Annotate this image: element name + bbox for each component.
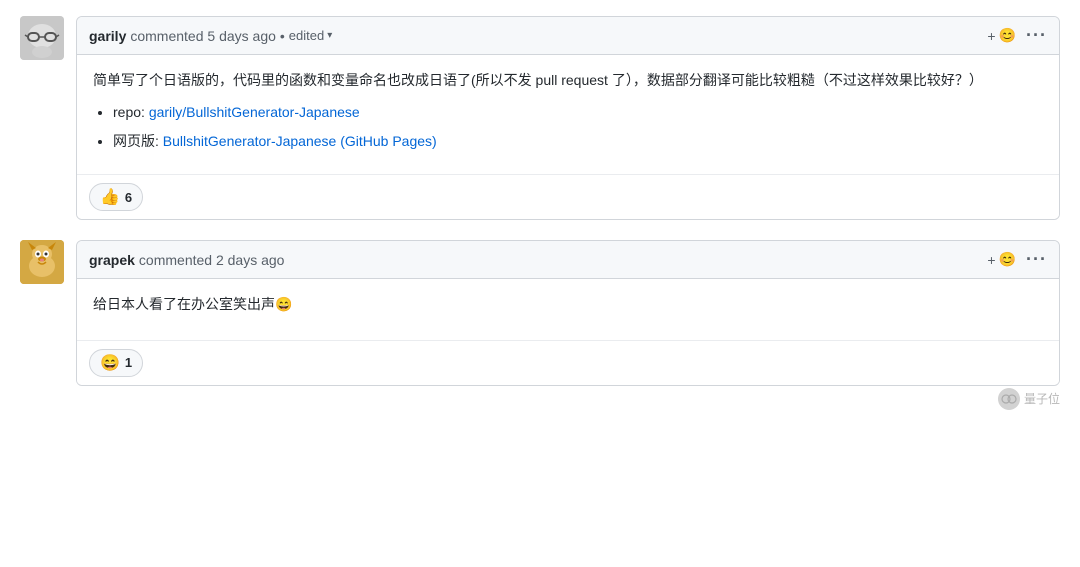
comment-body: 简单写了个日语版的，代码里的函数和变量命名也改成日语了(所以不发 pull re… — [77, 55, 1059, 174]
edited-badge[interactable]: edited ▾ — [289, 28, 332, 43]
avatar[interactable] — [20, 240, 64, 284]
list-item-prefix: 网页版: — [113, 133, 163, 149]
separator-bullet: • — [280, 28, 285, 44]
comment-header-right: +😊 ··· — [987, 249, 1047, 270]
reaction-badge[interactable]: 😄1 — [89, 349, 143, 377]
chevron-down-icon: ▾ — [327, 30, 332, 41]
list-item-prefix: repo: — [113, 104, 149, 120]
reaction-count: 1 — [125, 355, 132, 370]
comment-meta: commented 5 days ago — [130, 28, 276, 44]
more-options-button[interactable]: ··· — [1026, 249, 1047, 270]
repo-link[interactable]: garily/BullshitGenerator-Japanese — [149, 104, 360, 120]
comment-footer: 😄1 — [77, 340, 1059, 385]
comment-header-left: grapek commented 2 days ago — [89, 252, 284, 268]
comment-box-2: grapek commented 2 days ago +😊 ··· 给日本人看了在办… — [76, 240, 1060, 385]
comment-footer: 👍6 — [77, 174, 1059, 219]
comment-author[interactable]: garily — [89, 28, 126, 44]
comment-box-1: garily commented 5 days ago • edited ▾ +😊… — [76, 16, 1060, 220]
comment-header: grapek commented 2 days ago +😊 ··· — [77, 241, 1059, 279]
comment-text: 简单写了个日语版的，代码里的函数和变量命名也改成日语了(所以不发 pull re… — [93, 69, 1043, 91]
comment-wrapper-2: grapek commented 2 days ago +😊 ··· 给日本人看了在办… — [20, 240, 1060, 385]
edited-label: edited — [289, 28, 324, 43]
plus-icon: + — [987, 28, 995, 44]
comment-meta: commented 2 days ago — [139, 252, 285, 268]
repo-link[interactable]: BullshitGenerator-Japanese (GitHub Pages… — [163, 133, 437, 149]
emoji-icon: 😊 — [999, 251, 1016, 268]
avatar[interactable] — [20, 16, 64, 60]
watermark: 量子位 — [998, 388, 1060, 410]
comment-body: 给日本人看了在办公室笑出声😄 — [77, 279, 1059, 339]
watermark-logo — [998, 388, 1020, 410]
plus-icon: + — [987, 252, 995, 268]
reaction-emoji: 👍 — [100, 187, 120, 207]
comment-header-right: +😊 ··· — [987, 25, 1047, 46]
comment-wrapper-1: garily commented 5 days ago • edited ▾ +😊… — [20, 16, 1060, 220]
add-reaction-button[interactable]: +😊 — [987, 251, 1016, 268]
comment-header: garily commented 5 days ago • edited ▾ +😊… — [77, 17, 1059, 55]
reaction-emoji: 😄 — [100, 353, 120, 373]
watermark-text: 量子位 — [1024, 390, 1060, 407]
comment-text: 给日本人看了在办公室笑出声😄 — [93, 293, 1043, 315]
comments-container: garily commented 5 days ago • edited ▾+😊… — [0, 0, 1080, 422]
comment-header-left: garily commented 5 days ago • edited ▾ — [89, 28, 332, 44]
add-reaction-button[interactable]: +😊 — [987, 27, 1016, 44]
more-options-button[interactable]: ··· — [1026, 25, 1047, 46]
list-item: repo: garily/BullshitGenerator-Japanese — [113, 101, 1043, 123]
list-item: 网页版: BullshitGenerator-Japanese (GitHub … — [113, 130, 1043, 152]
comment-author[interactable]: grapek — [89, 252, 135, 268]
emoji-icon: 😊 — [999, 27, 1016, 44]
reaction-count: 6 — [125, 190, 132, 205]
reaction-badge[interactable]: 👍6 — [89, 183, 143, 211]
comment-list: repo: garily/BullshitGenerator-Japanese 网… — [113, 101, 1043, 152]
